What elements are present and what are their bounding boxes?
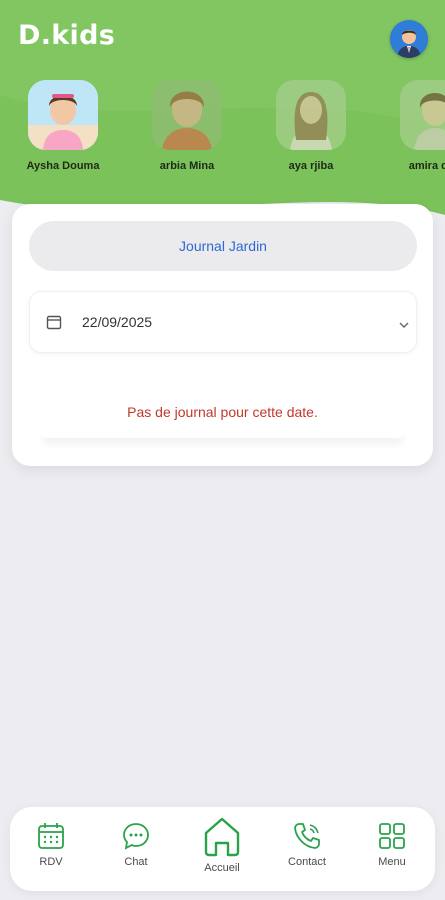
empty-journal-message: Pas de journal pour cette date. bbox=[127, 404, 318, 420]
kid-card[interactable]: Aysha Douma bbox=[8, 80, 118, 172]
kid-photo bbox=[276, 80, 346, 150]
nav-label: RDV bbox=[39, 856, 63, 868]
app-title: D.kids bbox=[18, 20, 116, 51]
nav-item-chat[interactable]: Chat bbox=[96, 821, 176, 868]
kid-card[interactable]: amira dou bbox=[380, 80, 445, 172]
nav-label: Menu bbox=[378, 856, 406, 868]
calendar-icon bbox=[46, 314, 62, 335]
kid-photo bbox=[152, 80, 222, 150]
phone-icon bbox=[267, 821, 347, 851]
nav-label: Chat bbox=[124, 856, 148, 868]
nav-label: Accueil bbox=[204, 862, 240, 874]
kid-card[interactable]: arbia Mina bbox=[132, 80, 242, 172]
nav-item-accueil[interactable]: Accueil bbox=[182, 815, 262, 874]
nav-item-contact[interactable]: Contact bbox=[267, 821, 347, 868]
kid-card[interactable]: aya rjiba bbox=[256, 80, 366, 172]
kid-name: arbia Mina bbox=[159, 160, 215, 172]
bottom-navigation: RDV Chat Accueil Contact Menu bbox=[10, 807, 435, 891]
divider bbox=[42, 428, 403, 438]
kid-name: Aysha Douma bbox=[26, 160, 100, 172]
kid-photo bbox=[28, 80, 98, 150]
date-picker[interactable]: 22/09/2025 bbox=[29, 291, 417, 353]
journal-card: Journal Jardin 22/09/2025 Pas de journal… bbox=[12, 204, 433, 466]
kid-name: amira dou bbox=[408, 160, 445, 172]
chat-icon bbox=[96, 821, 176, 851]
nav-label: Contact bbox=[288, 856, 326, 868]
date-value: 22/09/2025 bbox=[82, 314, 153, 330]
kid-photo bbox=[400, 80, 445, 150]
nav-item-rdv[interactable]: RDV bbox=[11, 821, 91, 868]
user-avatar[interactable] bbox=[390, 20, 428, 58]
kid-name: aya rjiba bbox=[288, 160, 334, 172]
home-icon bbox=[182, 815, 262, 857]
nav-item-menu[interactable]: Menu bbox=[352, 821, 432, 868]
journal-jardin-button[interactable]: Journal Jardin bbox=[29, 221, 417, 271]
chevron-down-icon bbox=[398, 317, 410, 335]
grid-icon bbox=[352, 821, 432, 851]
calendar-icon bbox=[11, 821, 91, 851]
kids-carousel[interactable]: Aysha Douma arbia Mina aya rjiba amira d bbox=[0, 80, 445, 180]
